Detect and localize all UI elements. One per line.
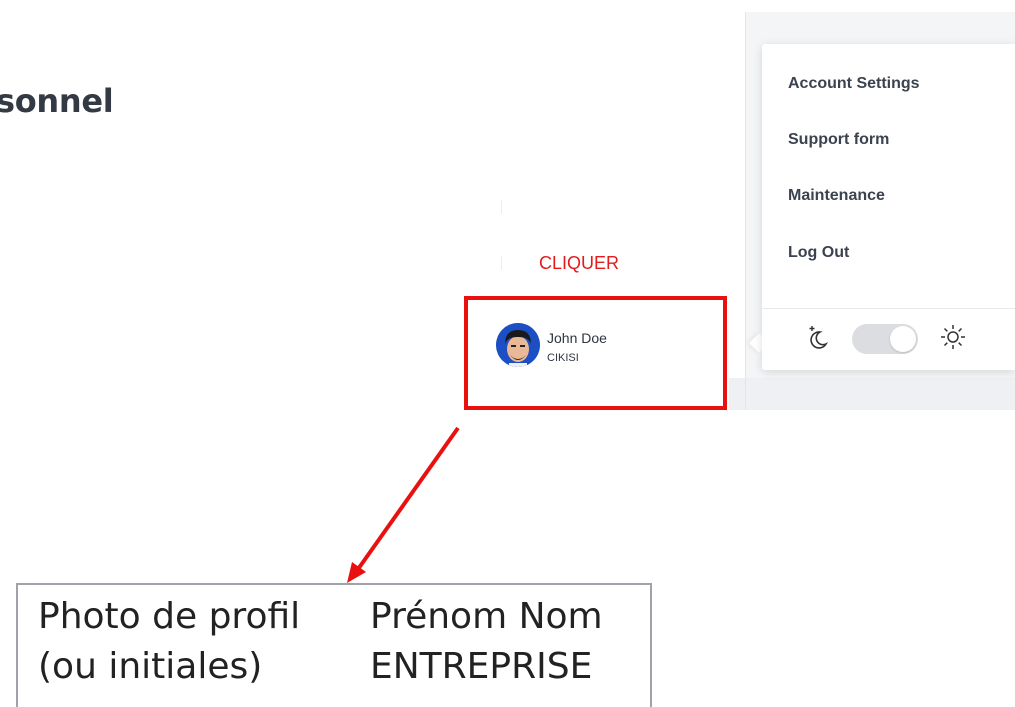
legend-name-line1: Prénom Nom [370,596,603,637]
menu-item-log-out[interactable]: Log Out [788,244,849,262]
click-annotation-label: CLIQUER [539,253,620,273]
page-title: sonnel [0,82,114,120]
faint-line [501,256,502,270]
moon-icon [809,326,829,349]
menu-item-support-form[interactable]: Support form [788,131,889,149]
faint-line [501,200,502,214]
legend-box: Photo de profil (ou initiales) Prénom No… [16,583,652,707]
legend-photo-line1: Photo de profil [38,596,301,637]
menu-separator [762,308,1015,309]
app-footer-strip [729,378,1015,410]
highlight-box [464,296,727,410]
theme-toggle[interactable] [852,324,918,354]
theme-switcher [800,318,1000,358]
menu-item-maintenance[interactable]: Maintenance [788,187,885,205]
panel-divider [745,12,746,410]
menu-item-account-settings[interactable]: Account Settings [788,75,920,93]
toggle-knob [890,326,916,352]
legend-name-line2: ENTREPRISE [370,646,593,687]
sun-icon [941,325,965,349]
legend-photo-line2: (ou initiales) [38,646,263,687]
